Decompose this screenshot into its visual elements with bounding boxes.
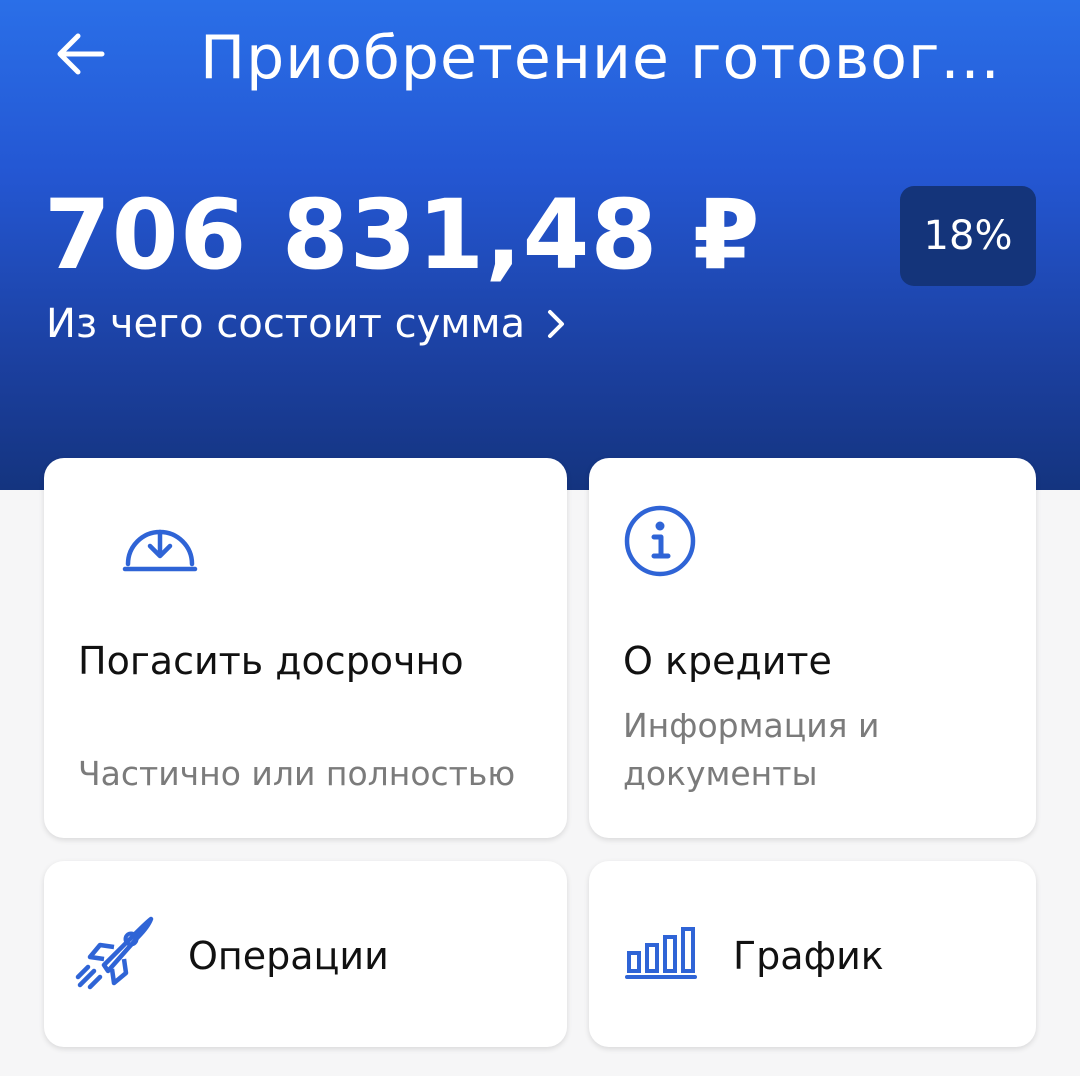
early-repayment-subtitle: Частично или полностью [78,754,516,793]
arrow-left-icon [57,33,105,75]
operations-title: Операции [188,934,389,978]
operations-card[interactable]: Операции [44,861,567,1047]
loan-header: Приобретение готовог... 706 831,48 ₽ Из … [0,0,1080,490]
page-title: Приобретение готовог... [200,23,1001,93]
download-gauge-icon [122,529,198,572]
about-loan-card[interactable]: О кредите Информация и документы [589,458,1036,838]
about-loan-title: О кредите [623,639,832,683]
early-repayment-title: Погасить досрочно [78,639,464,683]
loan-amount: 706 831,48 ₽ [44,179,761,291]
bar-chart-icon [625,927,697,979]
rocket-icon [75,916,154,990]
amount-breakdown-label: Из чего состоит сумма [46,301,526,347]
early-repayment-card[interactable]: Погасить досрочно Частично или полностью [44,458,567,838]
interest-rate-badge: 18% [900,186,1036,286]
chevron-right-icon [548,310,565,338]
info-circle-icon [624,505,696,577]
amount-breakdown-link[interactable]: Из чего состоит сумма [46,296,565,352]
schedule-card[interactable]: График [589,861,1036,1047]
back-button[interactable] [48,22,112,86]
about-loan-subtitle: Информация и документы [623,706,880,793]
schedule-title: График [733,934,884,978]
